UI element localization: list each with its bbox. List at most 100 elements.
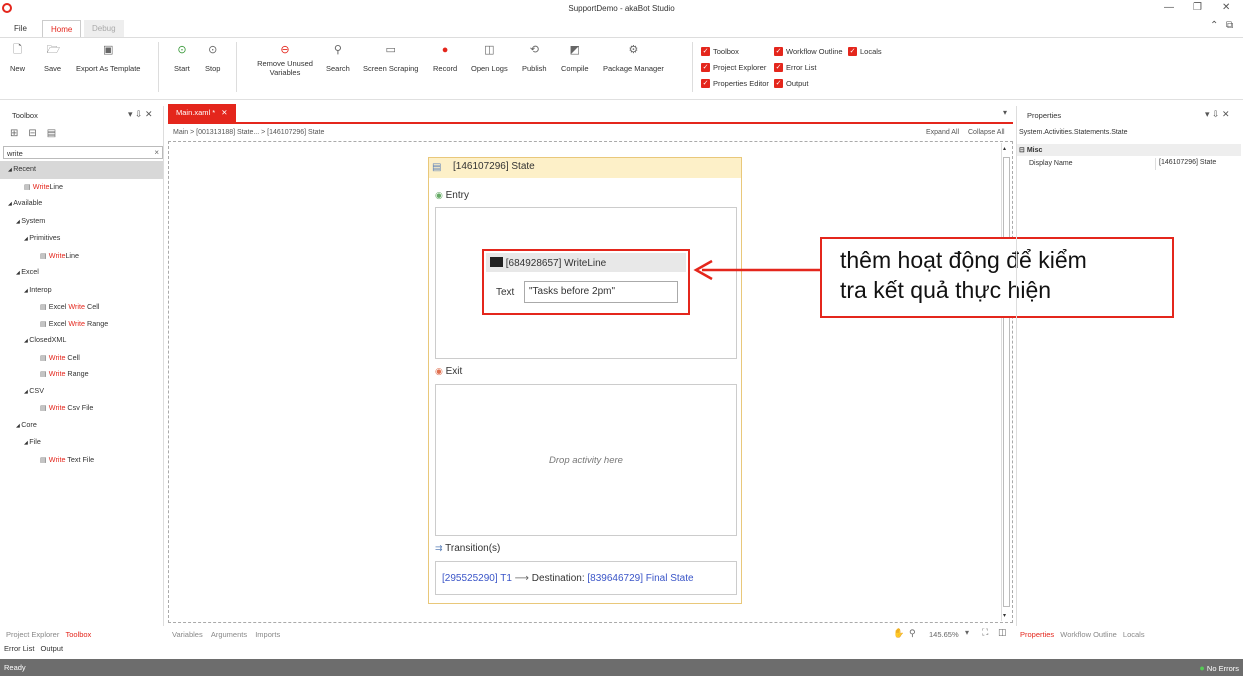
tab-toolbox[interactable]: Toolbox <box>65 630 91 639</box>
tree-group[interactable]: ◢ CSV <box>0 383 163 401</box>
panel-pin-close-icon[interactable]: ▾ ⇩ ✕ <box>128 109 153 120</box>
check-icon: ✓ <box>774 79 783 88</box>
tab-locals[interactable]: Locals <box>1123 630 1145 639</box>
tab-debug[interactable]: Debug <box>84 20 124 38</box>
open-logs-button[interactable]: ◫ Open Logs <box>471 44 508 73</box>
tree-group[interactable]: ◢ Available <box>0 195 163 213</box>
save-button[interactable]: 🗁 Save <box>44 44 61 73</box>
collapse-ribbon-icon[interactable]: ⌃ <box>1210 20 1218 31</box>
minimize-icon[interactable]: — <box>1164 2 1174 13</box>
publish-button[interactable]: ⟲ Publish <box>522 44 547 73</box>
screen-scraping-button[interactable]: ▭ Screen Scraping <box>363 44 418 73</box>
expand-all-link[interactable]: Expand All <box>926 129 959 136</box>
scroll-thumb[interactable] <box>1003 157 1010 607</box>
close-tab-icon[interactable]: ✕ <box>221 108 227 117</box>
stop-button[interactable]: ⊙ Stop <box>205 44 220 73</box>
transition-row[interactable]: [295525290] T1 ⟶ Destination: [839646729… <box>435 561 737 595</box>
tab-workflow-outline[interactable]: Workflow Outline <box>1060 630 1117 639</box>
output-checkbox[interactable]: ✓ Output <box>774 79 809 88</box>
property-value[interactable]: [146107296] State <box>1155 158 1241 170</box>
tree-item[interactable]: ▤ WriteLine <box>0 179 163 196</box>
package-manager-button[interactable]: ⚙ Package Manager <box>603 44 664 73</box>
project-explorer-checkbox[interactable]: ✓ Project Explorer <box>701 63 766 72</box>
restore-icon[interactable]: ❐ <box>1193 2 1202 13</box>
document-tab[interactable]: Main.xaml * ✕ <box>168 104 236 122</box>
tab-output[interactable]: Output <box>41 644 64 653</box>
tree-item[interactable]: ▤ Write Cell <box>0 350 163 367</box>
check-icon: ✓ <box>701 47 710 56</box>
error-status: ● No Errors <box>1199 663 1239 673</box>
compile-button[interactable]: ◩ Compile <box>561 44 589 73</box>
ribbon-divider <box>158 42 159 92</box>
tree-group[interactable]: ◢ Primitives <box>0 230 163 248</box>
scroll-down-icon[interactable]: ▾ <box>1003 612 1006 619</box>
remove-unused-variables-button[interactable]: ⊖ Remove Unused Variables <box>255 44 315 77</box>
tree-item[interactable]: ▤ Write Text File <box>0 452 163 469</box>
state-activity[interactable]: [146107296] State ▤ ◉ Entry ◉ Exit Drop … <box>428 157 742 604</box>
tree-item[interactable]: ▤ WriteLine <box>0 248 163 265</box>
tree-label: Recent <box>13 164 37 173</box>
panel-pin-close-icon[interactable]: ▾ ⇩ ✕ <box>1205 109 1230 120</box>
transition-name[interactable]: [295525290] T1 <box>442 573 512 584</box>
tab-properties[interactable]: Properties <box>1020 630 1054 639</box>
compile-icon: ◩ <box>569 44 580 56</box>
tab-imports[interactable]: Imports <box>255 630 280 639</box>
close-icon[interactable]: ✕ <box>1222 2 1230 13</box>
record-button[interactable]: ● Record <box>433 44 457 73</box>
export-template-button[interactable]: ▣ Export As Template <box>76 44 140 73</box>
zoom-dropdown-icon[interactable]: ▾ <box>965 628 969 637</box>
tree-group[interactable]: ◢ File <box>0 434 163 452</box>
tree-group[interactable]: ◢ System <box>0 213 163 231</box>
tab-dropdown-icon[interactable]: ▾ <box>1003 108 1007 117</box>
property-category[interactable]: ⊟ Misc <box>1017 144 1241 156</box>
tree-group[interactable]: ◢ ClosedXML <box>0 332 163 350</box>
tree-item[interactable]: ▤ Write Csv File <box>0 400 163 417</box>
tree-label-part: Range <box>85 318 109 328</box>
destination-label: Destination: <box>531 573 585 584</box>
tab-error-list[interactable]: Error List <box>4 644 34 653</box>
start-button[interactable]: ⊙ Start <box>174 44 190 73</box>
tree-group[interactable]: ◢ Interop <box>0 282 163 300</box>
writeline-header: [684928657] WriteLine <box>486 253 686 272</box>
exit-label: ◉ Exit <box>435 366 463 377</box>
status-text: Ready <box>4 663 26 672</box>
overview-icon[interactable]: ◫ <box>998 627 1007 638</box>
toolbox-checkbox[interactable]: ✓ Toolbox <box>701 47 739 56</box>
locals-checkbox[interactable]: ✓ Locals <box>848 47 882 56</box>
search-button[interactable]: ⚲ Search <box>326 44 350 73</box>
writeline-activity[interactable]: [684928657] WriteLine Text "Tasks before… <box>482 249 690 315</box>
fit-screen-icon[interactable]: ⛶ <box>982 627 988 638</box>
zoom-icon[interactable]: ⚲ <box>909 628 916 639</box>
tree-group[interactable]: ◢ Core <box>0 417 163 435</box>
collapse-all-link[interactable]: Collapse All <box>968 129 1005 136</box>
toolbox-actions-icon[interactable]: ⊞⊟▤ <box>10 128 66 139</box>
exit-drop-area[interactable]: Drop activity here <box>435 384 737 536</box>
toolbox-search-input[interactable]: write × <box>3 146 163 159</box>
tree-group[interactable]: ◢ Excel <box>0 264 163 282</box>
pan-icon[interactable]: ✋ <box>893 628 904 639</box>
tree-label: CSV <box>29 385 45 395</box>
tree-item[interactable]: ▤ Excel Write Range <box>0 316 163 333</box>
tab-variables[interactable]: Variables <box>172 630 203 639</box>
breadcrumb[interactable]: Main > [001313188] State... > [146107296… <box>173 129 324 136</box>
window-layout-icon[interactable]: ⧉ <box>1226 20 1233 31</box>
scroll-up-icon[interactable]: ▴ <box>1003 145 1006 152</box>
tab-home[interactable]: Home <box>42 20 82 38</box>
tree-group[interactable]: ◢ Recent <box>0 161 163 179</box>
destination-value[interactable]: [839646729] Final State <box>587 573 693 584</box>
vertical-scrollbar[interactable]: ▴ ▾ <box>1001 143 1011 621</box>
workflow-outline-checkbox[interactable]: ✓ Workflow Outline <box>774 47 843 56</box>
error-list-checkbox[interactable]: ✓ Error List <box>774 63 816 72</box>
tab-arguments[interactable]: Arguments <box>211 630 247 639</box>
clear-icon[interactable]: × <box>154 148 159 157</box>
text-input[interactable]: "Tasks before 2pm" <box>524 281 678 303</box>
tree-item[interactable]: ▤ Write Range <box>0 366 163 383</box>
tab-file[interactable]: File <box>6 20 35 38</box>
new-button[interactable]: 🗋 New <box>10 44 25 73</box>
properties-editor-checkbox[interactable]: ✓ Properties Editor <box>701 79 769 88</box>
status-bar: Ready ● No Errors <box>0 659 1243 676</box>
tab-project-explorer[interactable]: Project Explorer <box>6 630 59 639</box>
tree-item[interactable]: ▤ Excel Write Cell <box>0 299 163 316</box>
activity-icon: ▤ <box>40 250 49 260</box>
zoom-level[interactable]: 145.65% <box>929 630 959 639</box>
